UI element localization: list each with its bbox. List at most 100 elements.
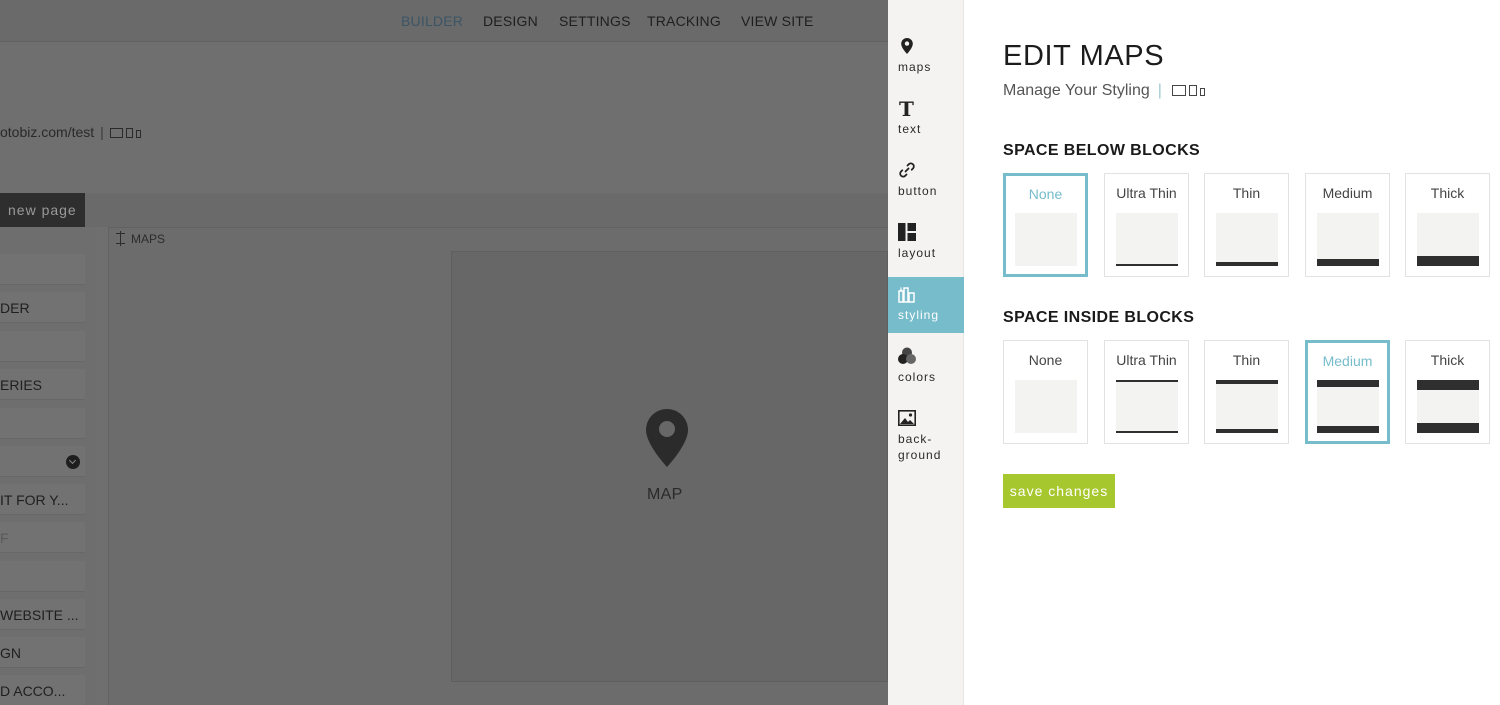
nav-view-site[interactable]: VIEW SITE — [741, 13, 814, 29]
sidebar-page-item[interactable]: WEBSITE ... — [0, 599, 85, 630]
space-below-option-none[interactable]: None — [1003, 173, 1088, 277]
option-preview — [1416, 379, 1479, 433]
spacing-bar — [1316, 258, 1379, 266]
site-url[interactable]: otobiz.com/test — [0, 124, 94, 140]
top-navigation: BUILDER DESIGN SETTINGS TRACKING VIEW SI… — [0, 0, 888, 42]
rail-item-layout[interactable]: layout — [888, 215, 964, 271]
option-label: Ultra Thin — [1116, 352, 1177, 368]
spacing-bar — [1215, 428, 1278, 433]
rail-label: layout — [898, 246, 937, 260]
editor-toolbar — [0, 193, 888, 227]
option-label: Thin — [1232, 185, 1261, 201]
space-below-option-thick[interactable]: Thick — [1405, 173, 1490, 277]
block-label-text: MAPS — [131, 232, 166, 246]
editor-icon-rail: maps T text button layout styling colors… — [888, 0, 964, 705]
tablet-icon[interactable] — [125, 128, 133, 139]
space-inside-option-medium[interactable]: Medium — [1305, 340, 1390, 444]
rail-item-colors[interactable]: colors — [888, 339, 964, 395]
svg-text:T: T — [899, 99, 914, 117]
link-icon — [899, 162, 915, 178]
site-url-line: otobiz.com/test | — [0, 124, 141, 140]
phone-icon[interactable] — [135, 130, 141, 139]
save-changes-button[interactable]: save changes — [1003, 474, 1115, 508]
spacing-bar — [1317, 380, 1379, 387]
device-icons — [1171, 85, 1205, 97]
new-page-button[interactable]: new page — [0, 193, 85, 227]
chevron-down-icon[interactable] — [66, 455, 80, 469]
nav-settings[interactable]: SETTINGS — [559, 13, 631, 29]
option-preview — [1416, 212, 1479, 266]
rail-item-button[interactable]: button — [888, 153, 964, 209]
spacing-bar — [1115, 430, 1178, 433]
spacing-bar — [1115, 379, 1178, 382]
sidebar-page-item[interactable] — [0, 331, 85, 362]
option-preview — [1316, 212, 1379, 266]
space-below-heading: SPACE BELOW BLOCKS — [1003, 142, 1201, 159]
option-label: Thick — [1430, 352, 1465, 368]
spacing-bar — [1215, 261, 1278, 266]
space-below-option-medium[interactable]: Medium — [1305, 173, 1390, 277]
option-preview — [1215, 212, 1278, 266]
sidebar-page-item[interactable]: D ACCO... — [0, 675, 85, 705]
option-label: Thin — [1232, 352, 1261, 368]
space-inside-option-thick[interactable]: Thick — [1405, 340, 1490, 444]
option-preview — [1317, 380, 1379, 433]
layout-icon — [898, 223, 916, 241]
styling-icon — [898, 286, 915, 303]
sidebar-page-item[interactable]: F — [0, 522, 85, 553]
sidebar-page-item[interactable]: GN — [0, 637, 85, 668]
spacing-bar — [1317, 426, 1379, 433]
space-inside-heading: SPACE INSIDE BLOCKS — [1003, 309, 1195, 326]
spacing-bar — [1215, 379, 1278, 384]
option-label: Medium — [1322, 185, 1373, 201]
image-icon — [898, 409, 916, 426]
option-preview — [1215, 379, 1278, 433]
rail-label: button — [898, 184, 938, 198]
sidebar-page-item[interactable]: DER — [0, 292, 85, 323]
url-separator: | — [100, 124, 104, 140]
spacing-bar — [1416, 379, 1479, 390]
colors-icon — [898, 347, 916, 364]
sidebar-page-item[interactable] — [0, 561, 85, 592]
space-below-option-thin[interactable]: Thin — [1204, 173, 1289, 277]
device-icons — [109, 128, 141, 139]
option-label: None — [1028, 185, 1063, 202]
rail-label: styling — [898, 308, 940, 322]
rail-label: maps — [898, 60, 932, 74]
rail-item-text[interactable]: T text — [888, 91, 964, 147]
space-inside-option-none[interactable]: None — [1003, 340, 1088, 444]
panel-subtitle-text: Manage Your Styling — [1003, 82, 1150, 99]
space-inside-option-thin[interactable]: Thin — [1204, 340, 1289, 444]
desktop-icon[interactable] — [1171, 85, 1186, 97]
option-preview — [1015, 213, 1077, 266]
rail-label: back- ground — [898, 432, 942, 462]
nav-tracking[interactable]: TRACKING — [647, 13, 721, 29]
block-label: MAPS — [116, 231, 166, 246]
desktop-icon[interactable] — [109, 128, 123, 139]
option-preview — [1014, 379, 1077, 433]
tablet-icon[interactable] — [1188, 85, 1197, 97]
option-label: None — [1028, 352, 1063, 368]
sidebar-page-item[interactable] — [0, 408, 85, 439]
spacing-bar — [1115, 263, 1178, 266]
option-preview — [1115, 212, 1178, 266]
panel-title: EDIT MAPS — [1003, 40, 1165, 72]
nav-builder[interactable]: BUILDER — [401, 13, 463, 29]
rail-item-styling[interactable]: styling — [888, 277, 964, 333]
rail-item-background[interactable]: back- ground — [888, 401, 964, 471]
map-pin-icon — [646, 409, 688, 467]
space-below-option-ultra-thin[interactable]: Ultra Thin — [1104, 173, 1189, 277]
sidebar-page-item[interactable]: IT FOR Y... — [0, 484, 85, 515]
space-inside-option-ultra-thin[interactable]: Ultra Thin — [1104, 340, 1189, 444]
spacing-bar — [1416, 422, 1479, 433]
phone-icon[interactable] — [1199, 88, 1205, 97]
rail-item-maps[interactable]: maps — [888, 29, 964, 85]
option-label: Ultra Thin — [1116, 185, 1177, 201]
sidebar-page-item[interactable]: ERIES — [0, 369, 85, 400]
drag-handle-icon[interactable] — [116, 231, 125, 246]
rail-label: text — [898, 122, 922, 136]
nav-design[interactable]: DESIGN — [483, 13, 538, 29]
sidebar-page-item[interactable] — [0, 254, 85, 285]
background-editor: BUILDER DESIGN SETTINGS TRACKING VIEW SI… — [0, 0, 888, 705]
edit-panel: EDIT MAPS Manage Your Styling | SPACE BEL… — [964, 0, 1500, 705]
